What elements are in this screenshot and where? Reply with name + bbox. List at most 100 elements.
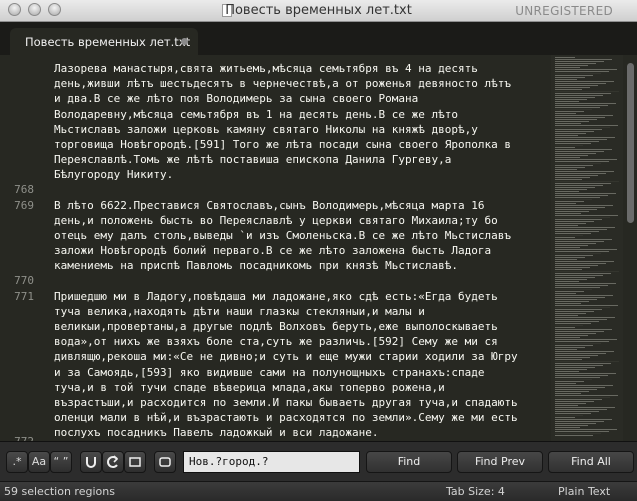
minimap-line <box>555 73 601 74</box>
code-line[interactable]: великыи,провертаны,а другые подлѣ Волхов… <box>54 319 498 335</box>
whole-word-toggle[interactable]: “ ” <box>50 451 72 473</box>
find-prev-button[interactable]: Find Prev <box>457 451 543 473</box>
minimap-line <box>555 145 583 146</box>
minimap-line <box>555 263 606 264</box>
find-button[interactable]: Find <box>366 451 452 473</box>
code-line[interactable]: Володаревну,мѣсяца семьтября въ 1 на дес… <box>54 107 458 123</box>
reverse-direction-toggle[interactable] <box>80 451 102 473</box>
minimap-line <box>555 161 609 162</box>
minimap-line <box>555 339 617 340</box>
in-selection-toggle[interactable] <box>124 451 146 473</box>
scrollbar-thumb[interactable] <box>627 63 634 223</box>
minimap-line <box>555 233 591 234</box>
minimap-line <box>555 353 606 354</box>
code-line[interactable]: заложи Новѣгородѣ болий перваго.В се же … <box>54 243 491 259</box>
modified-dot-icon[interactable] <box>181 38 188 45</box>
tab-size-selector[interactable]: Tab Size: 4 <box>446 485 505 498</box>
minimap-line <box>555 283 616 284</box>
code-line[interactable]: дивлящю,рекоша ми:«Се не дивно;и суть и … <box>54 349 518 365</box>
highlight-icon <box>159 457 171 467</box>
regex-toggle[interactable]: .* <box>6 451 28 473</box>
minimap-line <box>555 255 593 256</box>
minimap-line <box>555 337 580 338</box>
code-line[interactable]: торговища Новѣгородѣ.[591] Того же лѣта … <box>54 137 511 153</box>
code-line[interactable]: В лѣто 6622.Преставися Святославъ,сынъ В… <box>54 198 484 214</box>
find-panel: .* Aa “ ” Нов.?город.? Find Find Prev Fi… <box>0 441 637 481</box>
minimap-line <box>555 207 605 208</box>
minimap-line <box>555 303 581 304</box>
code-line[interactable]: оленци мали в нѣй,и възрастають и расход… <box>54 410 518 426</box>
minimap-line <box>555 429 617 430</box>
minimap-line <box>555 243 596 244</box>
minimap-line <box>555 273 611 274</box>
code-line[interactable]: и два.В се же лѣто поя Володимерь за сын… <box>54 91 418 107</box>
minimap[interactable] <box>551 55 623 441</box>
code-line[interactable]: день,и положень бысть во Переяславлѣ у ц… <box>54 213 498 229</box>
vertical-scrollbar[interactable] <box>626 55 635 441</box>
code-line[interactable]: Лазорева манастыря,свята житьемь,мѣсяца … <box>54 61 478 77</box>
code-area[interactable]: Лазорева манастыря,свята житьемь,мѣсяца … <box>54 55 547 441</box>
minimap-line <box>555 405 578 406</box>
code-line[interactable]: туча велика,находять дѣти наши глазкы ст… <box>54 304 425 320</box>
highlight-matches-toggle[interactable] <box>154 451 176 473</box>
minimap-line <box>555 329 612 330</box>
minimap-line <box>555 317 615 318</box>
code-line[interactable]: камениемь на приспѣ Павломь посадникомь … <box>54 258 458 274</box>
minimap-line <box>555 359 582 360</box>
code-line[interactable]: послухъ посадникъ Павелъ ладожкый и вси … <box>54 425 379 441</box>
minimap-line <box>555 163 601 164</box>
code-line[interactable]: Мьстиславъ заложи церковь камяну святаго… <box>54 122 478 138</box>
minimap-line <box>555 143 591 144</box>
title-bar: Повесть временных лет.txt UNREGISTERED <box>0 0 637 22</box>
minimap-line <box>555 247 580 248</box>
minimap-line <box>555 323 591 324</box>
code-line[interactable]: вода»,от нихъ же взяхъ боле ста,суть же … <box>54 334 498 350</box>
minimap-line <box>555 389 597 390</box>
file-tab[interactable]: Повесть временных лет.txt <box>10 28 198 55</box>
minimap-line <box>555 175 598 176</box>
minimap-line <box>555 277 595 278</box>
minimap-line <box>555 275 603 276</box>
minimap-line <box>555 387 605 388</box>
wrap-toggle[interactable] <box>102 451 124 473</box>
minimap-line <box>555 147 575 148</box>
minimap-line <box>555 71 609 72</box>
find-all-button[interactable]: Find All <box>548 451 634 473</box>
minimap-line <box>555 167 585 168</box>
code-line[interactable]: възрастъши,и расходится по земли.И пакы … <box>54 395 518 411</box>
minimap-line <box>555 369 587 370</box>
code-line[interactable]: отець ему далъ столь,выведы `и изъ Смоле… <box>54 228 511 244</box>
minimap-line <box>555 201 584 202</box>
minimap-line <box>555 63 596 64</box>
minimap-line <box>555 257 585 258</box>
code-line[interactable]: Пришедшю ми в Ладогу,повѣдаша ми ладожан… <box>54 289 498 305</box>
syntax-selector[interactable]: Plain Text <box>558 485 610 498</box>
minimap-line <box>555 95 603 96</box>
minimap-line <box>555 251 609 252</box>
minimap-line <box>555 221 594 222</box>
code-line[interactable]: день,живши лѣтъ шестьдесятъ в чернечеств… <box>54 76 511 92</box>
minimap-line <box>555 291 584 292</box>
selection-count: 59 selection regions <box>4 485 115 498</box>
editor[interactable]: 768 769 770 771 772 Лазорева манастыря,с… <box>0 55 637 441</box>
minimap-line <box>555 403 586 404</box>
minimap-line <box>555 249 617 250</box>
minimap-line <box>555 101 579 102</box>
minimap-line <box>555 361 619 362</box>
minimap-line <box>555 111 584 112</box>
minimap-line <box>555 419 612 420</box>
code-line[interactable]: Переяславлѣ.Томь же лѣтѣ поставиша еписк… <box>54 152 451 168</box>
minimap-line <box>555 407 615 408</box>
minimap-line <box>555 425 588 426</box>
minimap-line <box>555 265 598 266</box>
code-line[interactable]: Бѣлугороду Никиту. <box>54 167 173 183</box>
minimap-line <box>555 205 613 206</box>
minimap-line <box>555 113 576 114</box>
code-line[interactable]: туча,и в той тучи спаде вѣверица млада,а… <box>54 380 445 396</box>
code-line[interactable]: и за Самоядь,[593] яко видивше сами на п… <box>54 365 484 381</box>
find-input[interactable]: Нов.?город.? <box>183 451 360 473</box>
minimap-line <box>555 59 612 60</box>
minimap-line <box>555 83 606 84</box>
case-sensitive-toggle[interactable]: Aa <box>28 451 50 473</box>
minimap-line <box>555 365 603 366</box>
